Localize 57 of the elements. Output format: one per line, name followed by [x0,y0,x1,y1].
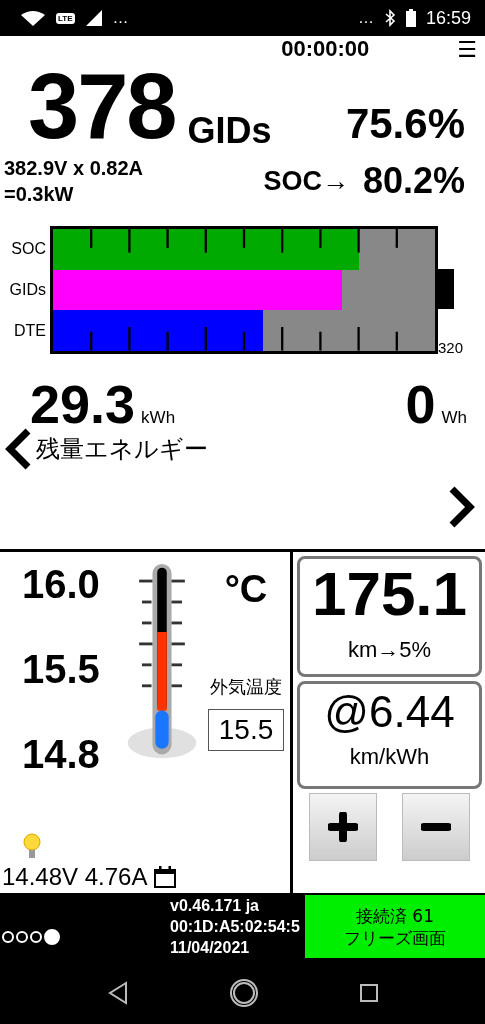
page-dot[interactable] [16,931,28,943]
temperature-scale-label: 15.5 [22,647,101,692]
soc-value: 80.2% [362,160,465,202]
page-dot[interactable] [2,931,14,943]
soc-label: SOC→ [263,165,349,197]
more-indicator: … [357,9,374,27]
back-icon[interactable] [106,980,129,1005]
connection-text: 接続済 61 [355,904,434,927]
gids-value: 378 [28,62,176,150]
more-indicator: … [112,9,129,27]
efficiency-value: @6.44 [324,686,455,738]
battery-power: 382.9V x 0.82A [4,156,143,181]
energy-label: 残量エネルギー [36,434,208,465]
gauge-label: DTE [14,321,46,340]
connection-status[interactable]: 接続済 61 フリーズ画面 [305,895,485,958]
calendar-icon [153,865,178,889]
plus-icon [328,812,359,842]
wifi-icon [20,10,46,26]
timer: 00:00:00 [281,36,370,62]
battery-power: =0.3kW [4,182,75,207]
gids-percent: 75.6% [345,100,465,148]
energy-value: 29.3 [30,376,136,432]
home-icon[interactable] [228,977,259,1008]
range-unit: km→5% [347,637,432,663]
bluetooth-icon [383,9,396,27]
page-dot[interactable] [44,929,60,945]
volte-icon: LTE [56,12,75,24]
light-bulb-icon [22,833,42,859]
minus-icon [420,823,451,831]
recents-icon[interactable] [358,982,379,1003]
temperature-reading: 15.5 [207,709,285,751]
device-info: 00:1D:A5:02:54:5 [170,917,301,937]
clock: 16:59 [425,7,471,29]
energy-unit: kWh [141,408,176,428]
aux-battery-reading: 14.48V 4.76A [2,863,148,891]
minus-button[interactable] [401,793,470,861]
temperature-scale-label: 14.8 [22,732,101,777]
temperature-scale-label: 16.0 [22,562,101,607]
page-dot[interactable] [30,931,42,943]
gauge-label: GIDs [9,281,46,299]
plus-button[interactable] [309,793,378,861]
previous-icon[interactable] [4,428,32,470]
menu-button[interactable]: ☰ [457,36,477,62]
energy-used-unit: Wh [441,408,467,428]
gauge-label: SOC [11,240,46,259]
temperature-unit: °C [224,568,268,611]
gids-unit: GIDs [187,110,272,152]
range-value: 175.1 [311,559,468,629]
device-info: v0.46.171 ja [170,896,260,916]
efficiency-unit: km/kWh [349,744,430,770]
gauge-max-label: 320 [438,339,465,356]
temperature-label: 外気温度 [210,675,282,699]
battery-icon [405,9,416,27]
device-info: 11/04/2021 [170,938,251,958]
energy-used-value: 0 [405,376,436,432]
signal-icon [84,9,103,27]
connection-text: フリーズ画面 [344,926,446,949]
